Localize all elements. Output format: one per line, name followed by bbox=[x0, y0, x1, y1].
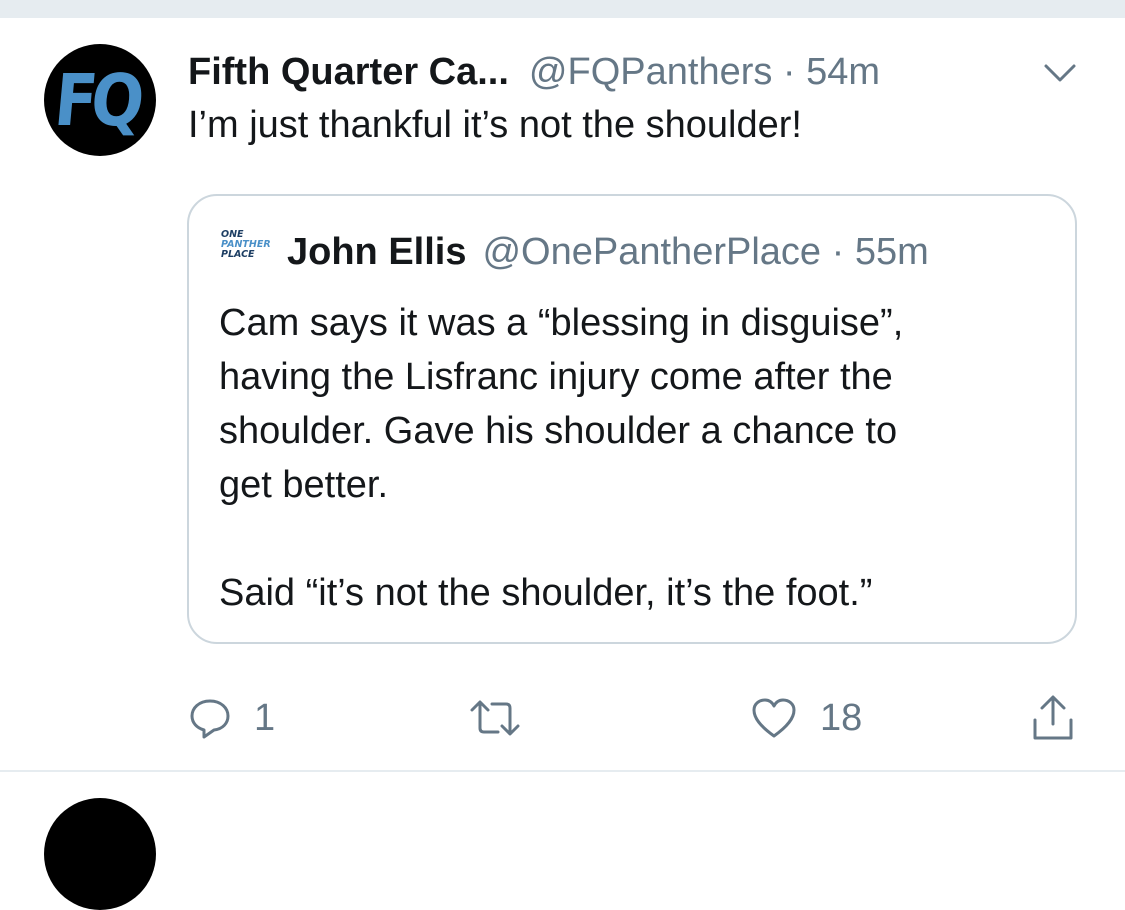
tweet-separator bbox=[0, 770, 1125, 772]
quoted-user-handle: @OnePantherPlace · 55m bbox=[482, 230, 929, 273]
timestamp[interactable]: 54m bbox=[806, 51, 880, 93]
quoted-timestamp: 55m bbox=[854, 230, 929, 273]
quoted-text-line: get better. bbox=[219, 464, 389, 506]
like-button[interactable]: 18 bbox=[750, 690, 862, 746]
tweet-text: I’m just thankful it’s not the shoulder! bbox=[188, 104, 802, 146]
chevron-down-icon bbox=[1044, 64, 1076, 82]
timeline-separator-top bbox=[0, 0, 1125, 18]
user-handle[interactable]: @FQPanthers · 54m bbox=[529, 51, 880, 94]
quoted-tweet-text: Cam says it was a “blessing in disguise”… bbox=[219, 296, 1039, 620]
retweet-icon bbox=[470, 700, 520, 736]
quoted-tweet-header: John Ellis @OnePantherPlace · 55m bbox=[287, 230, 929, 274]
avatar-logo-text: FQ bbox=[51, 58, 143, 142]
tweet-header: Fifth Quarter Ca... @FQPanthers · 54m bbox=[188, 48, 880, 96]
reply-icon bbox=[190, 699, 230, 739]
avatar[interactable]: FQ bbox=[44, 44, 156, 156]
like-count: 18 bbox=[820, 696, 863, 739]
quoted-text-line: having the Lisfranc injury come after th… bbox=[219, 356, 893, 398]
quoted-display-name: John Ellis bbox=[287, 230, 467, 273]
share-icon bbox=[1033, 695, 1073, 740]
quoted-text-line: shoulder. Gave his shoulder a chance to bbox=[219, 410, 898, 452]
display-name[interactable]: Fifth Quarter Ca... bbox=[188, 51, 509, 94]
quoted-text-line: Cam says it was a “blessing in disguise”… bbox=[219, 302, 904, 344]
next-tweet-avatar[interactable] bbox=[44, 798, 156, 910]
tweet-actions: 1 18 bbox=[0, 690, 1125, 746]
heart-icon bbox=[752, 698, 796, 738]
quoted-tweet[interactable]: ONE PANTHER PLACE John Ellis @OnePanther… bbox=[187, 194, 1077, 644]
reply-count: 1 bbox=[254, 696, 276, 739]
more-options-button[interactable] bbox=[1040, 58, 1080, 88]
share-button[interactable] bbox=[1030, 690, 1076, 746]
quoted-text-line: Said “it’s not the shoulder, it’s the fo… bbox=[219, 572, 873, 614]
quoted-avatar-logo: ONE PANTHER PLACE bbox=[221, 229, 271, 260]
retweet-button[interactable] bbox=[468, 690, 522, 746]
reply-button[interactable]: 1 bbox=[188, 690, 275, 746]
